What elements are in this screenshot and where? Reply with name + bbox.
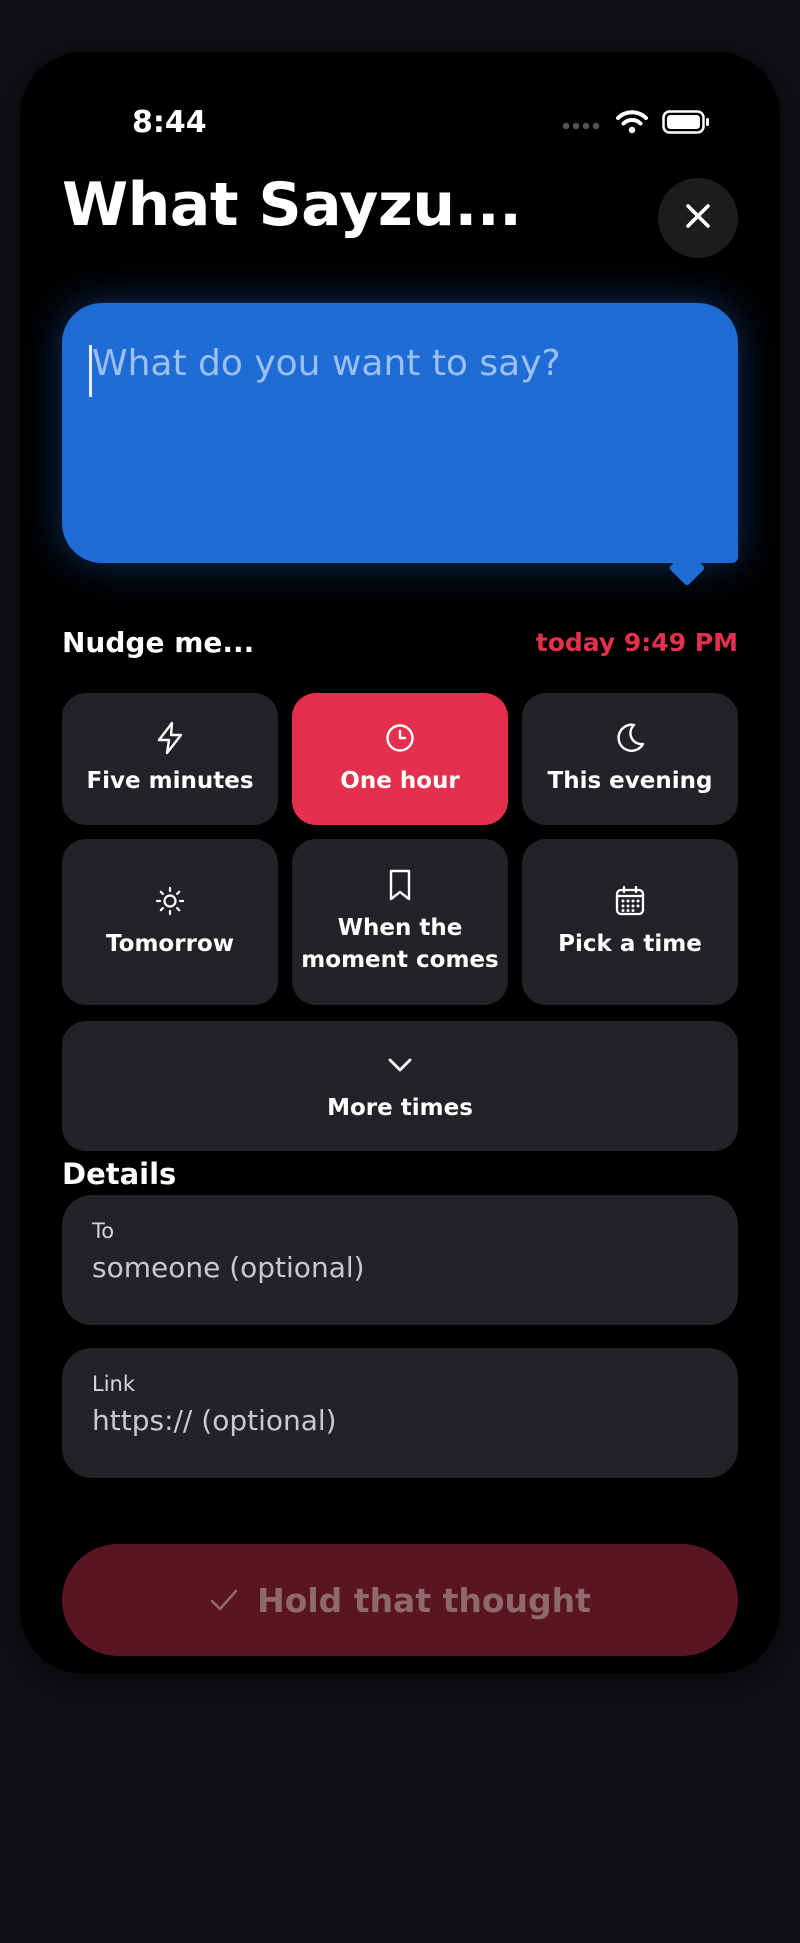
- text-caret: [89, 345, 92, 397]
- nudge-option-when-the-moment-comes[interactable]: When the moment comes: [292, 839, 508, 1005]
- bookmark-icon: [387, 868, 413, 902]
- close-button[interactable]: [658, 178, 738, 258]
- lightning-icon: [156, 721, 184, 755]
- link-field[interactable]: Link: [62, 1348, 738, 1478]
- nudge-option-this-evening[interactable]: This evening: [522, 693, 738, 825]
- phone-screen: 8:44 What Sayzu... What do you want to s…: [20, 52, 780, 1674]
- page-title: What Sayzu...: [62, 170, 522, 240]
- close-icon: [685, 203, 711, 233]
- to-field-label: To: [92, 1219, 115, 1243]
- hold-that-thought-label: Hold that thought: [257, 1580, 591, 1620]
- message-bubble: [62, 303, 738, 587]
- nudge-option-label: When the moment comes: [301, 914, 499, 973]
- status-bar: 8:44: [20, 52, 780, 140]
- nudge-option-tomorrow[interactable]: Tomorrow: [62, 839, 278, 1005]
- moon-icon: [614, 721, 646, 755]
- clock-icon: [384, 721, 416, 755]
- nudge-option-pick-a-time[interactable]: Pick a time: [522, 839, 738, 1005]
- status-time: 8:44: [132, 105, 207, 140]
- link-input[interactable]: [92, 1404, 708, 1437]
- to-field[interactable]: To: [62, 1195, 738, 1325]
- nudge-option-one-hour[interactable]: One hour: [292, 693, 508, 825]
- nudge-option-label: Tomorrow: [106, 930, 234, 957]
- more-times-label: More times: [327, 1094, 473, 1121]
- checkmark-icon: [209, 1581, 239, 1620]
- nudge-option-label: Pick a time: [558, 930, 702, 957]
- link-field-label: Link: [92, 1372, 136, 1396]
- nudge-option-label: One hour: [340, 767, 460, 794]
- to-input[interactable]: [92, 1251, 708, 1284]
- calendar-icon: [614, 884, 646, 918]
- chevron-down-icon: [387, 1048, 413, 1082]
- status-icons: [562, 110, 710, 138]
- wifi-icon: [616, 110, 648, 138]
- nudge-option-label: This evening: [547, 767, 713, 794]
- more-times-button[interactable]: More times: [62, 1021, 738, 1151]
- details-heading: Details: [62, 1157, 177, 1191]
- signal-dots-icon: [562, 115, 602, 134]
- message-input[interactable]: [88, 333, 712, 543]
- hold-that-thought-button[interactable]: Hold that thought: [62, 1544, 738, 1656]
- battery-icon: [662, 110, 710, 138]
- nudge-label: Nudge me...: [62, 626, 255, 659]
- nudge-scheduled-time: today 9:49 PM: [535, 628, 738, 657]
- nudge-option-label: Five minutes: [86, 767, 254, 794]
- sun-icon: [154, 884, 186, 918]
- nudge-option-five-minutes[interactable]: Five minutes: [62, 693, 278, 825]
